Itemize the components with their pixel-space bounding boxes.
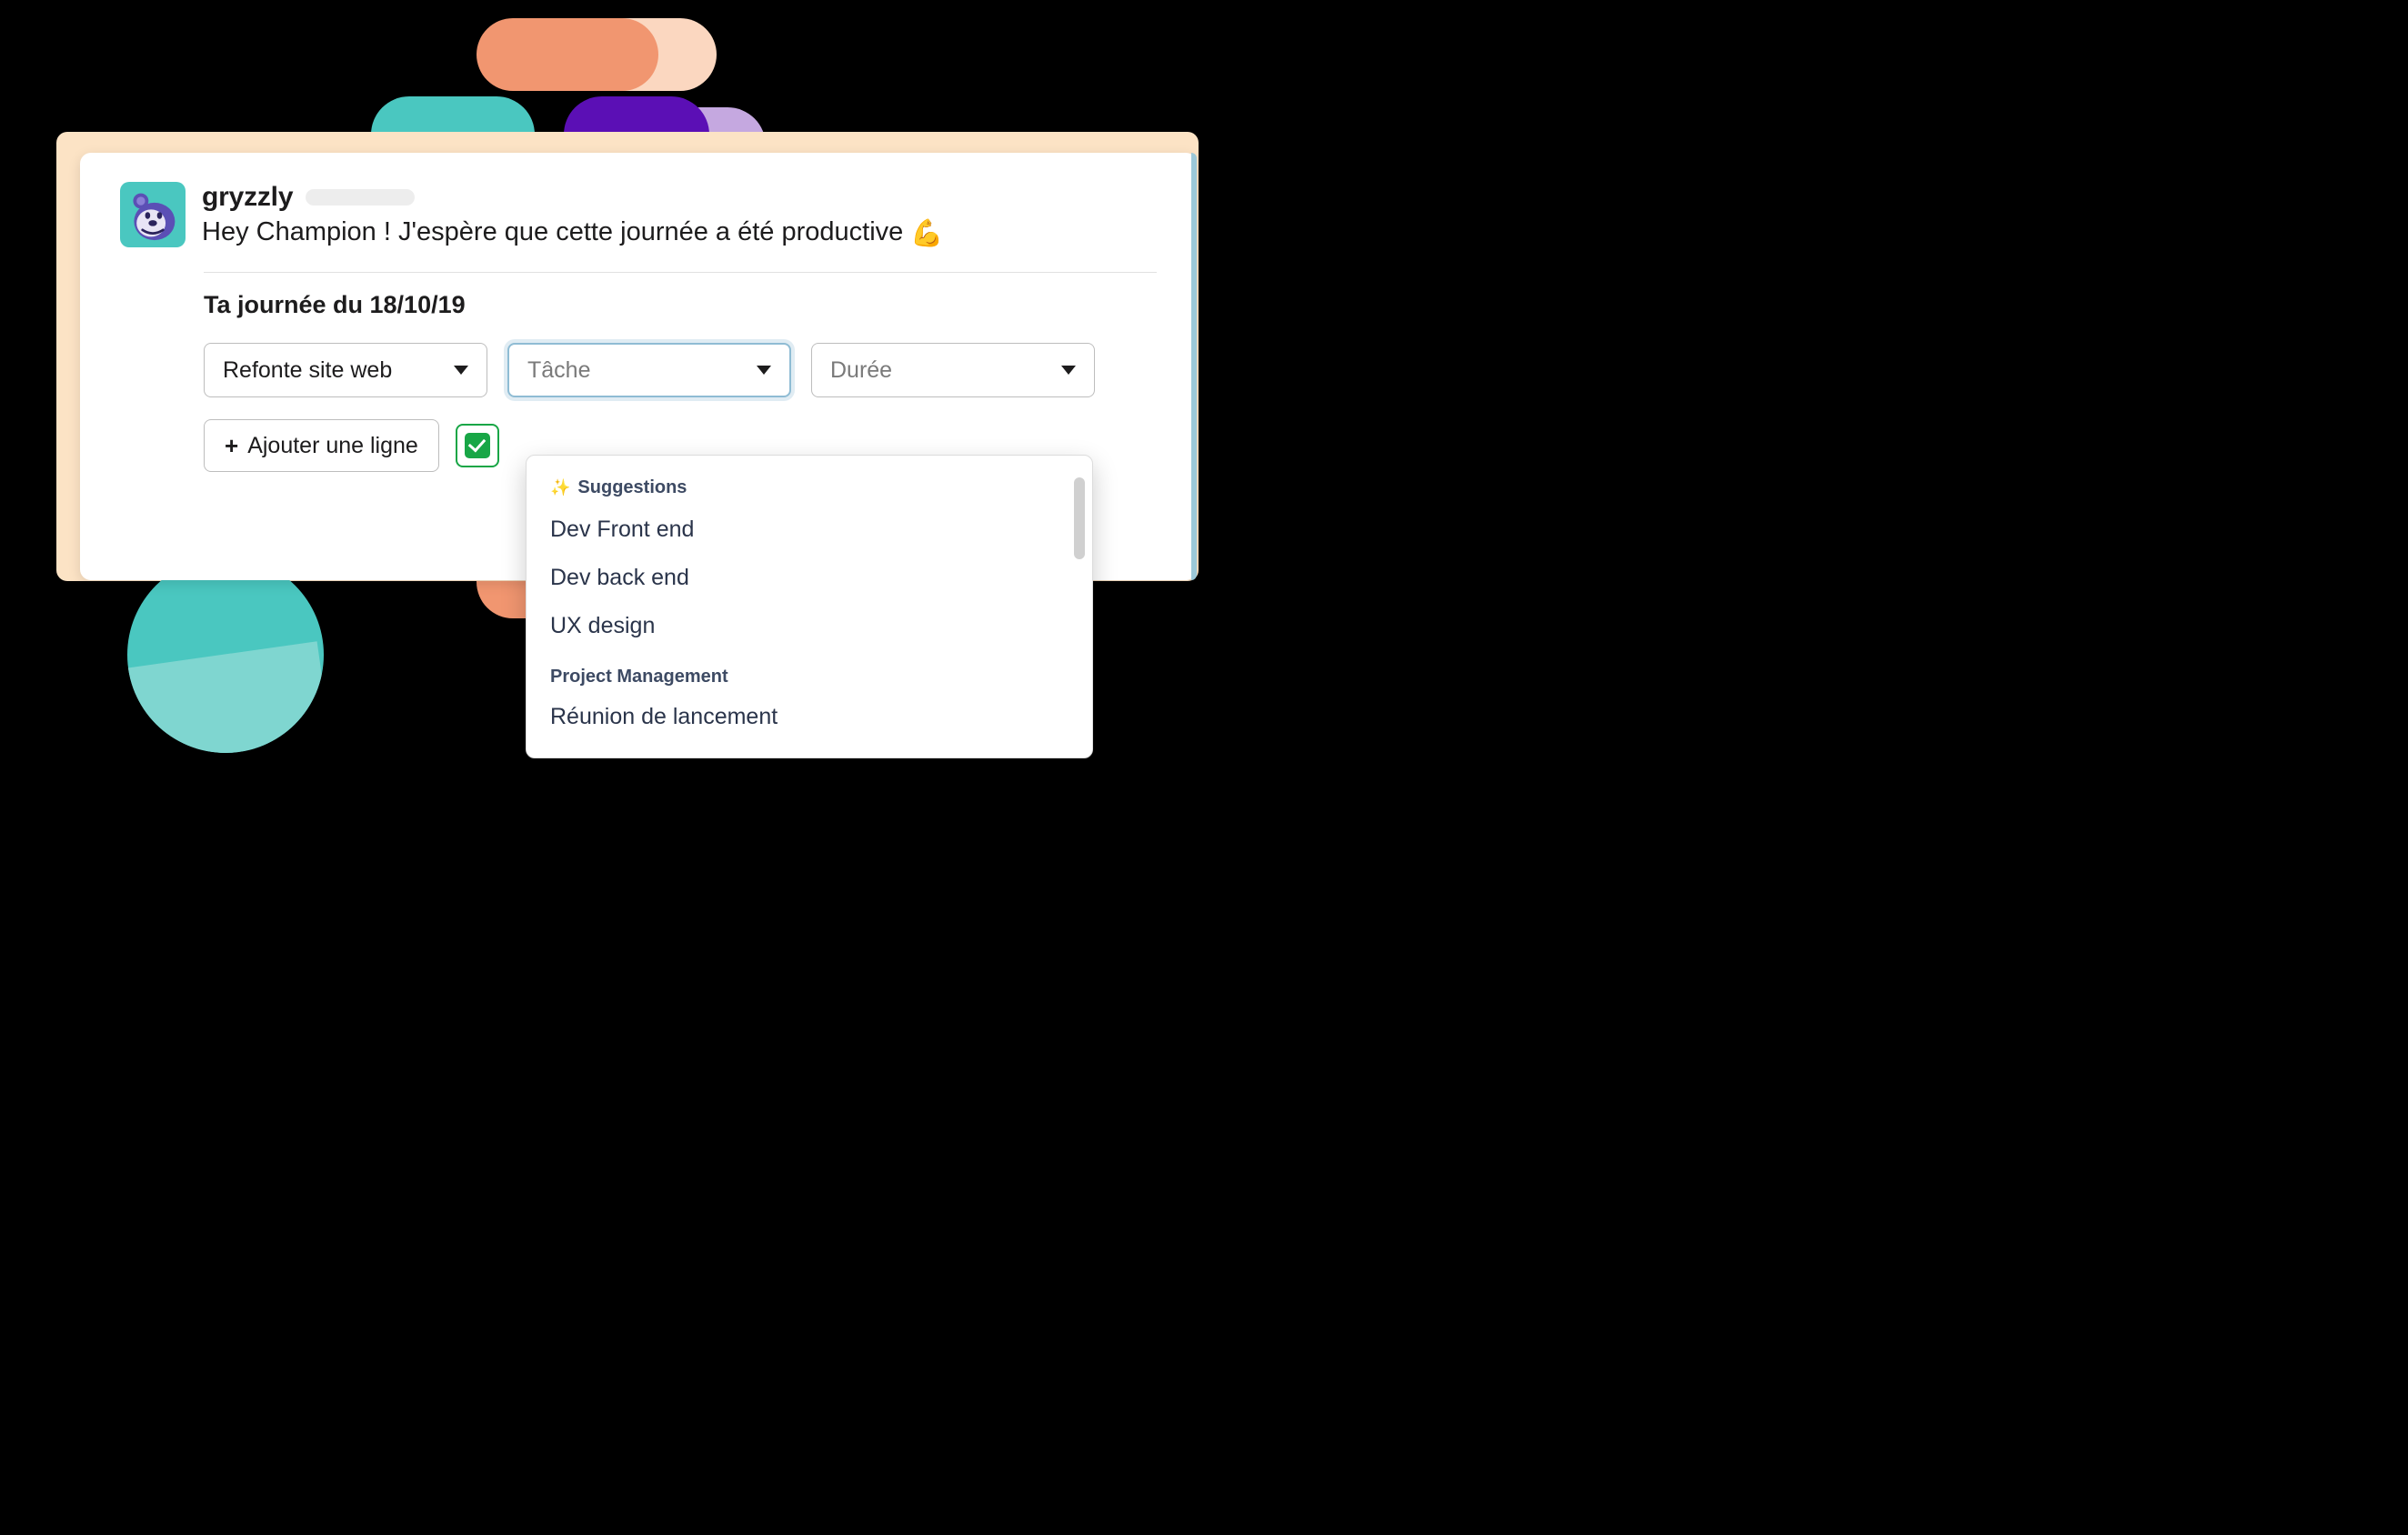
scrollbar-thumb[interactable] [1074, 477, 1085, 559]
add-line-label: Ajouter une ligne [247, 433, 418, 459]
duration-dropdown[interactable]: Durée [811, 343, 1095, 397]
bot-avatar [120, 182, 186, 247]
menu-group-project-management: Project Management [527, 650, 1092, 693]
menu-item-dev-front-end[interactable]: Dev Front end [527, 506, 1092, 554]
chevron-down-icon [1061, 366, 1076, 375]
chevron-down-icon [757, 366, 771, 375]
day-title: Ta journée du 18/10/19 [204, 291, 1157, 319]
project-value: Refonte site web [223, 357, 392, 384]
decor-pill-orange [477, 18, 658, 91]
divider [204, 272, 1157, 273]
metadata-placeholder [306, 189, 415, 206]
flex-emoji: 💪 [910, 219, 943, 248]
task-placeholder: Tâche [527, 357, 590, 384]
confirm-button[interactable] [456, 424, 499, 467]
bear-icon [125, 187, 180, 242]
add-line-button[interactable]: + Ajouter une ligne [204, 419, 439, 472]
greeting-message: Hey Champion ! J'espère que cette journé… [202, 217, 903, 246]
decor-circle-shade [127, 557, 324, 753]
menu-item-ux-design[interactable]: UX design [527, 602, 1092, 650]
chevron-down-icon [454, 366, 468, 375]
duration-placeholder: Durée [830, 357, 892, 384]
plus-icon: + [225, 432, 238, 460]
card-right-accent [1191, 153, 1197, 580]
task-dropdown[interactable]: Tâche [507, 343, 791, 397]
check-icon [465, 433, 490, 458]
menu-item-dev-back-end[interactable]: Dev back end [527, 554, 1092, 602]
task-dropdown-menu: ✨ Suggestions Dev Front end Dev back end… [526, 455, 1093, 758]
project-dropdown[interactable]: Refonte site web [204, 343, 487, 397]
menu-group-suggestions: ✨ Suggestions [527, 470, 1092, 506]
sparkle-icon: ✨ [550, 478, 570, 497]
bot-name: gryzzly [202, 182, 293, 213]
menu-group-label: Suggestions [577, 477, 687, 498]
greeting-text: Hey Champion ! J'espère que cette journé… [202, 215, 1157, 252]
menu-item-reunion-lancement[interactable]: Réunion de lancement [527, 693, 1092, 741]
